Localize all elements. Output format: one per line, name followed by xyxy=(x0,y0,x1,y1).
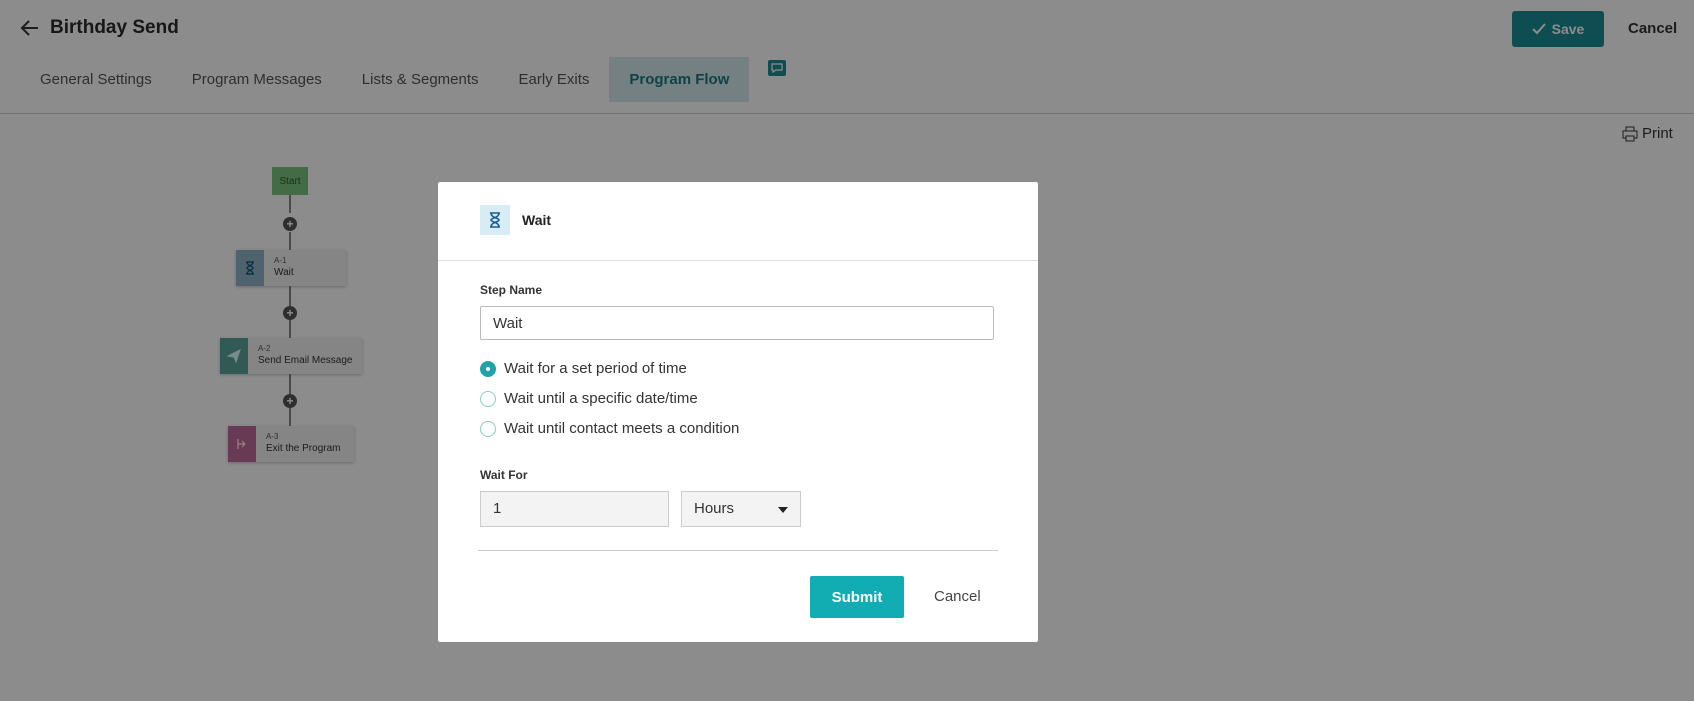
radio-selected[interactable] xyxy=(480,360,496,377)
dialog-divider xyxy=(478,550,998,551)
chevron-down-icon xyxy=(778,507,788,513)
submit-button[interactable]: Submit xyxy=(810,576,904,618)
step-name-input[interactable]: Wait xyxy=(480,306,994,340)
radio-unselected[interactable] xyxy=(480,390,496,407)
wait-for-label: Wait For xyxy=(480,468,528,482)
radio-unselected[interactable] xyxy=(480,420,496,437)
wait-step-dialog: Wait Step Name Wait Wait for a set perio… xyxy=(438,182,1038,642)
radio-option-condition[interactable]: Wait until contact meets a condition xyxy=(480,420,739,437)
time-unit-value: Hours xyxy=(694,500,735,517)
radio-label: Wait until contact meets a condition xyxy=(504,420,740,437)
cancel-dialog-button[interactable]: Cancel xyxy=(934,588,981,605)
hourglass-icon xyxy=(480,205,510,235)
radio-option-specific-date[interactable]: Wait until a specific date/time xyxy=(480,390,698,407)
dialog-title: Wait xyxy=(522,212,552,228)
time-unit-select[interactable]: Hours xyxy=(681,491,801,527)
radio-option-set-period[interactable]: Wait for a set period of time xyxy=(480,360,687,377)
wait-for-input[interactable]: 1 xyxy=(480,491,669,527)
radio-label: Wait for a set period of time xyxy=(504,360,687,377)
radio-label: Wait until a specific date/time xyxy=(504,390,698,407)
step-name-label: Step Name xyxy=(480,283,543,297)
dialog-header: Wait xyxy=(438,182,1038,261)
